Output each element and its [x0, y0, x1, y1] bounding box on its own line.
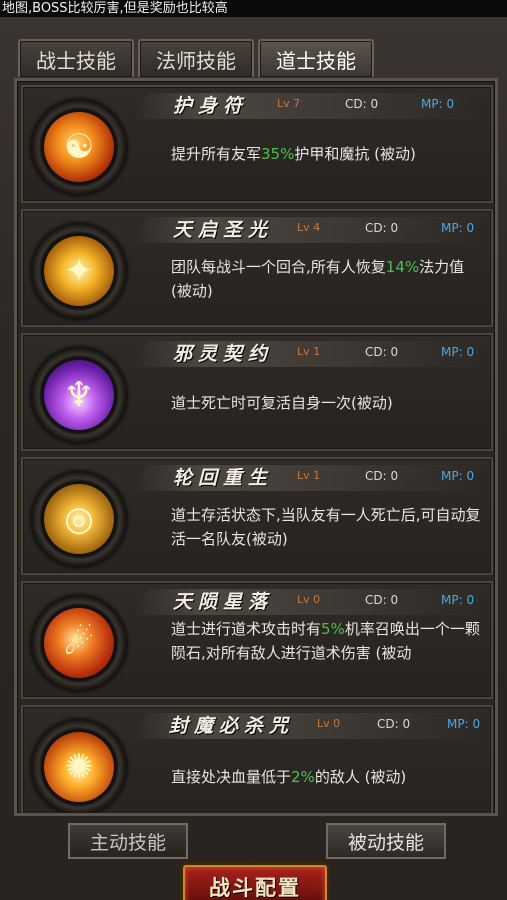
desc-text: 道士存活状态下,当队友有一人死亡后,可自动复活一名队友(被动)	[171, 506, 481, 548]
skill-name: 轮回重生	[173, 467, 274, 489]
skill-name: 护身符	[173, 95, 249, 117]
desc-text: 直接处决血量低于	[171, 768, 292, 786]
skill-level: Lv 0	[297, 593, 321, 606]
skill-list-panel[interactable]: ☯ 护身符 Lv 7 CD: 0 MP: 0 提升所有友军35%护甲和魔抗 (被…	[14, 78, 498, 816]
skill-cooldown: CD: 0	[365, 593, 399, 607]
taiji-icon: ☯	[44, 112, 114, 182]
skill-mp-cost: MP: 0	[447, 717, 481, 731]
meteor-icon: ☄	[44, 608, 114, 678]
skill-level: Lv 4	[297, 221, 321, 234]
skill-description: 道士进行道术攻击时有5%机率召唤出一个一颗陨石,对所有敌人进行道术伤害 (被动	[171, 617, 487, 665]
desc-text: 的敌人 (被动)	[314, 768, 407, 786]
seal-curse-icon: ✺	[44, 732, 114, 802]
desc-text: 道士进行道术攻击时有	[171, 620, 322, 638]
skill-icon-frame: ◎	[31, 471, 127, 567]
desc-value: 5%	[321, 620, 345, 638]
skill-icon-frame: ☄	[31, 595, 127, 691]
skill-description: 道士存活状态下,当队友有一人死亡后,可自动复活一名队友(被动)	[171, 503, 487, 551]
skill-description: 提升所有友军35%护甲和魔抗 (被动)	[171, 142, 487, 166]
skill-mp-cost: MP: 0	[441, 469, 475, 483]
skill-icon-frame: ✦	[31, 223, 127, 319]
skill-level: Lv 1	[297, 469, 321, 482]
skill-cooldown: CD: 0	[365, 469, 399, 483]
skill-card[interactable]: ☄ 天陨星落 Lv 0 CD: 0 MP: 0 道士进行道术攻击时有5%机率召唤…	[21, 581, 493, 699]
skill-cooldown: CD: 0	[345, 97, 379, 111]
skill-name: 邪灵契约	[173, 343, 274, 365]
tab-taoist-skills[interactable]: 道士技能	[258, 39, 374, 77]
rebirth-icon: ◎	[44, 484, 114, 554]
skill-name: 天启圣光	[173, 219, 274, 241]
desc-value: 14%	[385, 258, 420, 276]
tab-mage-skills[interactable]: 法师技能	[138, 39, 254, 77]
skill-card[interactable]: ♆ 邪灵契约 Lv 1 CD: 0 MP: 0 道士死亡时可复活自身一次(被动)	[21, 333, 493, 451]
skill-card[interactable]: ✦ 天启圣光 Lv 4 CD: 0 MP: 0 团队每战斗一个回合,所有人恢复1…	[21, 209, 493, 327]
skill-mp-cost: MP: 0	[421, 97, 455, 111]
skill-class-tabs: 战士技能 法师技能 道士技能	[18, 39, 374, 77]
desc-text: 提升所有友军	[171, 145, 262, 163]
desc-value: 2%	[291, 768, 315, 786]
top-notice: 地图,BOSS比较厉害,但是奖励也比较高	[0, 0, 507, 17]
skill-cooldown: CD: 0	[365, 221, 399, 235]
skill-mp-cost: MP: 0	[441, 221, 475, 235]
demon-pact-icon: ♆	[44, 360, 114, 430]
passive-skills-button[interactable]: 被动技能	[326, 823, 446, 859]
desc-value: 35%	[261, 145, 295, 163]
skill-icon-frame: ♆	[31, 347, 127, 443]
skill-card[interactable]: ◎ 轮回重生 Lv 1 CD: 0 MP: 0 道士存活状态下,当队友有一人死亡…	[21, 457, 493, 575]
skill-level: Lv 1	[297, 345, 321, 358]
skill-mp-cost: MP: 0	[441, 345, 475, 359]
skill-icon-frame: ☯	[31, 99, 127, 195]
tab-warrior-skills[interactable]: 战士技能	[18, 39, 134, 77]
desc-text: 护甲和魔抗 (被动)	[294, 145, 416, 163]
skill-mp-cost: MP: 0	[441, 593, 475, 607]
desc-text: 道士死亡时可复活自身一次(被动)	[171, 394, 393, 412]
skill-card[interactable]: ✺ 封魔必杀咒 Lv 0 CD: 0 MP: 0 直接处决血量低于2%的敌人 (…	[21, 705, 493, 813]
battle-config-button[interactable]: 战斗配置	[183, 865, 327, 900]
skill-level: Lv 0	[317, 717, 341, 730]
skill-card[interactable]: ☯ 护身符 Lv 7 CD: 0 MP: 0 提升所有友军35%护甲和魔抗 (被…	[21, 85, 493, 203]
skill-window: 战士技能 法师技能 道士技能 ☯ 护身符 Lv 7 CD: 0 MP: 0 提升…	[0, 17, 507, 900]
desc-text: 团队每战斗一个回合,所有人恢复	[171, 258, 386, 276]
skill-list: ☯ 护身符 Lv 7 CD: 0 MP: 0 提升所有友军35%护甲和魔抗 (被…	[21, 85, 493, 813]
skill-icon-frame: ✺	[31, 719, 127, 813]
skill-cooldown: CD: 0	[365, 345, 399, 359]
skill-description: 团队每战斗一个回合,所有人恢复14%法力值 (被动)	[171, 255, 487, 303]
skill-cooldown: CD: 0	[377, 717, 411, 731]
skill-name: 天陨星落	[173, 591, 274, 613]
skill-name: 封魔必杀咒	[169, 715, 295, 737]
holy-light-icon: ✦	[44, 236, 114, 306]
skill-description: 直接处决血量低于2%的敌人 (被动)	[171, 765, 487, 789]
skill-level: Lv 7	[277, 97, 301, 110]
active-skills-button[interactable]: 主动技能	[68, 823, 188, 859]
skill-description: 道士死亡时可复活自身一次(被动)	[171, 391, 487, 415]
